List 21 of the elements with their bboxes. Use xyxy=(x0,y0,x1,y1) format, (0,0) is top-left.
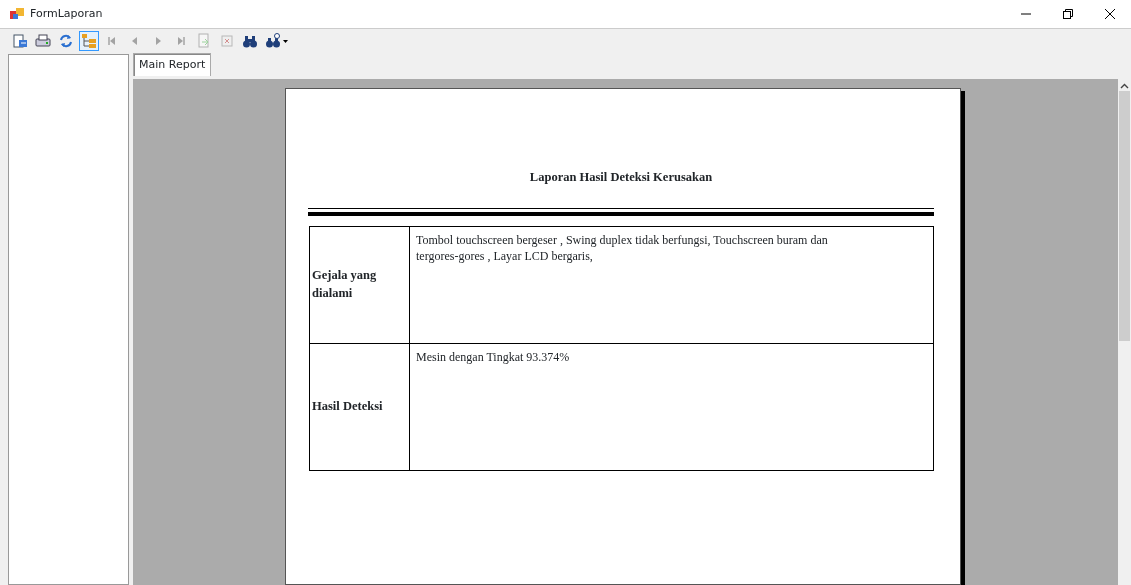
close-button[interactable] xyxy=(1104,8,1116,20)
row-value: Tombol touchscreen bergeser , Swing duplex tidak berfungsi, Touchscreen buram dan tergores-gores , Layar LCD bergaris, xyxy=(416,231,829,265)
printer-icon xyxy=(35,32,51,49)
row-label: Gejala yang dialami xyxy=(312,267,378,302)
stop-icon xyxy=(219,32,235,49)
restore-button[interactable] xyxy=(1062,8,1074,20)
refresh-icon xyxy=(58,32,74,49)
tree-icon xyxy=(81,32,97,49)
zoom-icon xyxy=(265,32,289,49)
export-icon xyxy=(12,32,28,49)
app-icon xyxy=(10,8,24,20)
tree-button[interactable] xyxy=(79,30,99,51)
row-value: Mesin dengan Tingkat 93.374% xyxy=(416,348,571,365)
report-tab[interactable]: Main Report xyxy=(133,52,212,76)
window-title: FormLaporan xyxy=(30,5,103,22)
scrollbar[interactable] xyxy=(1118,79,1131,585)
go-to-page-icon xyxy=(196,32,212,49)
scroll-thumb[interactable] xyxy=(1119,91,1130,341)
report-title: Laporan Hasil Deteksi Kerusakan xyxy=(528,169,714,186)
row-label: Hasil Deteksi xyxy=(312,398,383,415)
scroll-up-icon[interactable] xyxy=(1120,83,1129,89)
